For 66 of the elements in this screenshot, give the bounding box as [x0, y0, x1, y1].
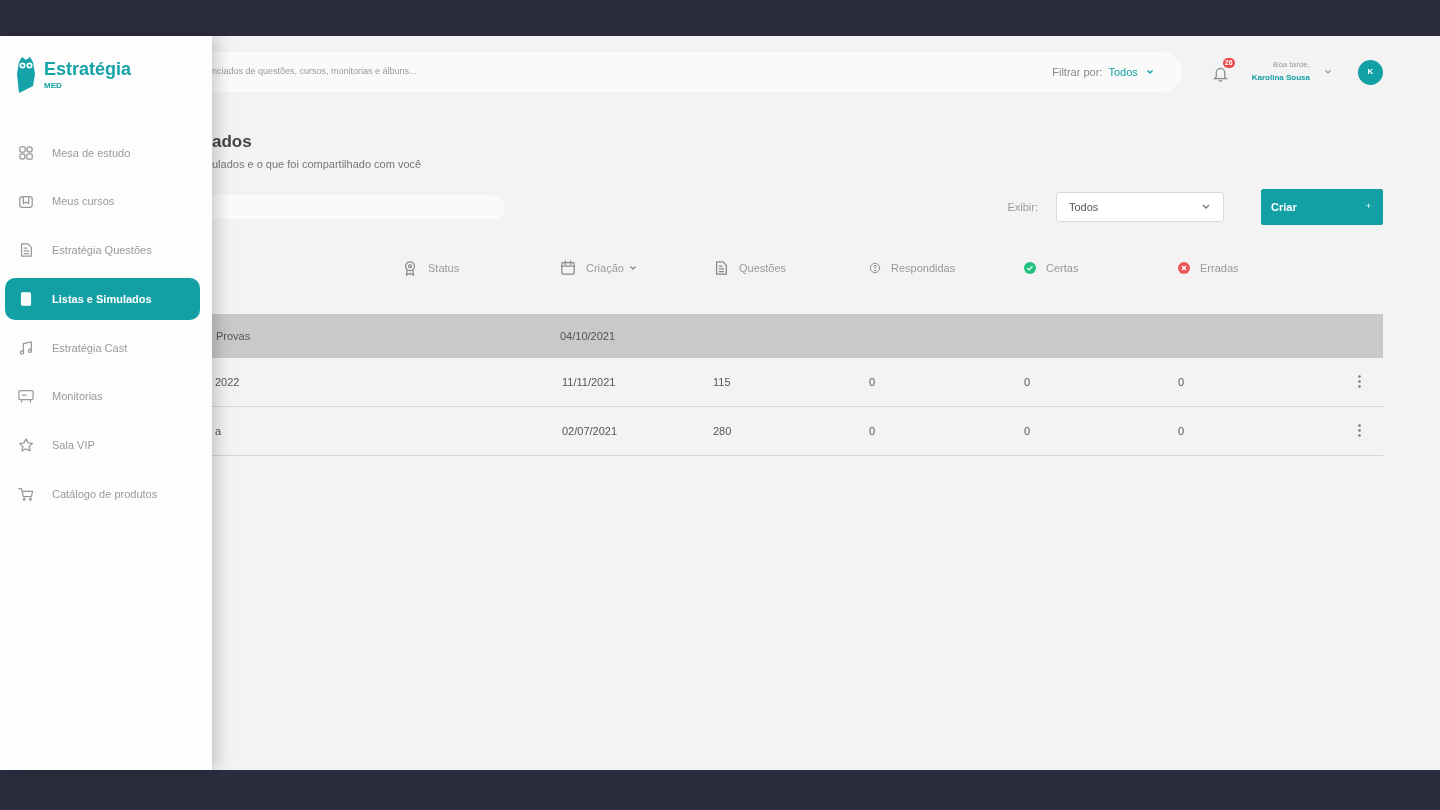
user-name: Karolina Sousa	[1251, 72, 1310, 84]
chevron-down-icon	[628, 264, 637, 271]
star-icon	[18, 437, 34, 454]
check-circle-icon	[1024, 261, 1036, 274]
chevron-down-icon[interactable]	[1324, 69, 1332, 75]
grid-icon	[18, 145, 34, 161]
table-cell-text: Provas	[216, 328, 252, 344]
sidebar-item[interactable]: Listas e Simulados	[5, 278, 200, 321]
document-icon	[18, 242, 34, 259]
column-header: Certas	[1046, 260, 1079, 276]
group-row[interactable]: Provas 04/10/2021	[212, 313, 1383, 358]
more-options-icon[interactable]	[1357, 375, 1361, 389]
display-label: Exibir:	[1007, 199, 1038, 215]
chevron-down-icon	[1201, 203, 1211, 211]
user-avatar[interactable]: K	[1358, 59, 1383, 85]
calendar-icon	[560, 259, 576, 276]
column-header: Respondidas	[891, 260, 956, 276]
sort-header[interactable]: Criação	[586, 259, 637, 277]
table-cell-text: 2022	[215, 374, 241, 390]
screen-icon	[18, 388, 34, 405]
filter-label: Filtrar por:	[1052, 64, 1103, 80]
music-note-icon	[18, 339, 34, 356]
page-subtitle: ulados e o que foi compartilhado com você	[212, 157, 423, 173]
sidebar-item[interactable]: Estratégia Cast	[5, 326, 200, 369]
table-cell-text: 02/07/2021	[562, 423, 619, 439]
sidebar-item[interactable]: Mesa de estudo	[5, 132, 200, 174]
greeting-text: Boa tarde,	[1272, 59, 1310, 72]
sidebar-item[interactable]: Catálogo de produtos	[5, 472, 200, 515]
search-field[interactable]	[212, 194, 505, 219]
sidebar-item[interactable]: Sala VIP	[5, 424, 200, 467]
sidebar-item[interactable]: Meus cursos	[5, 180, 200, 223]
sidebar-item[interactable]: Monitorias	[5, 375, 200, 418]
medal-icon	[402, 259, 418, 276]
table-cell-text: 11/11/2021	[562, 374, 617, 390]
table-cell-text: 0	[869, 423, 877, 439]
chevron-down-icon	[1145, 69, 1154, 75]
table-cell-text: 0	[1178, 374, 1186, 390]
cart-icon	[18, 485, 34, 502]
question-icon	[869, 261, 881, 274]
brand-name: Estratégia	[44, 59, 132, 80]
column-header: Questões	[739, 260, 787, 276]
more-options-icon[interactable]	[1357, 424, 1361, 438]
book-icon	[18, 193, 34, 210]
table-cell-text: 0	[1024, 423, 1032, 439]
filter-dropdown[interactable]: Todos	[1108, 63, 1154, 81]
search-bar: nciados de questões, cursos, monitorias e álbuns... Filtrar por: Todos	[212, 52, 1182, 92]
notebook-icon	[18, 291, 34, 308]
owl-logo-icon	[16, 56, 36, 94]
table-cell-text: 0	[1024, 374, 1032, 390]
table-cell-text: 280	[713, 423, 733, 439]
table-cell-text: 0	[1178, 423, 1186, 439]
column-header: Erradas	[1200, 260, 1239, 276]
table-cell-text: 115	[713, 374, 732, 390]
cross-circle-icon	[1178, 261, 1190, 274]
column-header: Status	[428, 260, 460, 276]
table-cell-text: 04/10/2021	[560, 328, 617, 344]
bell-icon[interactable]	[1211, 65, 1229, 82]
plus-icon: +	[1365, 200, 1371, 214]
table-cell-text: a	[215, 423, 223, 439]
table-cell-text: 0	[869, 374, 877, 390]
display-select[interactable]: Todos	[1056, 191, 1224, 222]
document-icon	[713, 259, 729, 276]
sidebar-item[interactable]: Estratégia Questões	[5, 229, 200, 272]
page-title: ados	[212, 132, 253, 153]
create-button[interactable]: Criar +	[1261, 188, 1383, 225]
brand-subtitle: MED	[44, 81, 63, 90]
